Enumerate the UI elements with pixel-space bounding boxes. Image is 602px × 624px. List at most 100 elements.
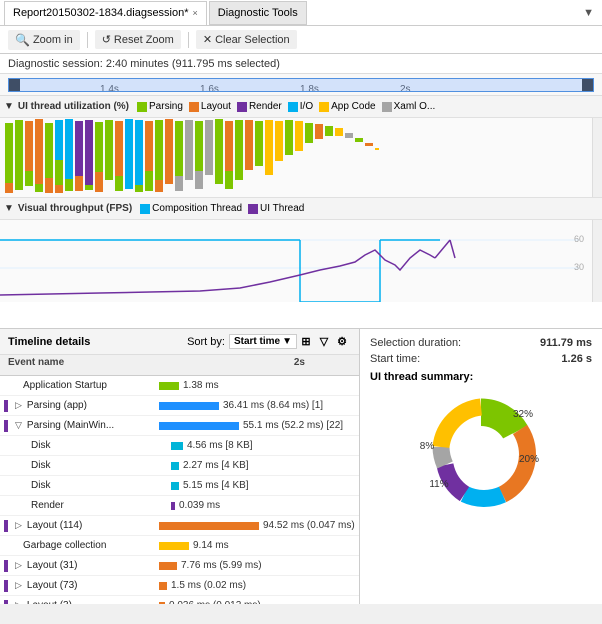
ui-thread-header: ▼ UI thread utilization (%) Parsing Layo… — [0, 96, 602, 118]
table-row[interactable]: Garbage collection 9.14 ms — [0, 536, 359, 556]
selection-range[interactable] — [8, 78, 594, 92]
ui-thread-svg — [0, 118, 590, 198]
row-bar — [159, 542, 189, 550]
fps-chart-body: 60 30 — [0, 220, 602, 302]
timeline-ruler: 1.4s 1.6s 1.8s 2s — [0, 74, 602, 96]
clear-selection-button[interactable]: ✕ Clear Selection — [196, 30, 297, 49]
row-bar-area: 55.1 ms (52.2 ms) [22] — [159, 420, 355, 431]
row-bar-area: 7.76 ms (5.99 ms) — [159, 560, 355, 571]
col-2s-label: 2s — [294, 357, 305, 368]
row-name: ▽ Parsing (MainWin... — [4, 420, 159, 432]
table-header: Event name 2s — [0, 355, 359, 376]
table-row[interactable]: Disk 4.56 ms [8 KB] — [0, 436, 359, 456]
table-body[interactable]: Application Startup 1.38 ms ▷ Parsing (a… — [0, 376, 359, 604]
ui-thread-collapse[interactable]: ▼ — [4, 101, 14, 112]
row-expand-icon[interactable]: ▷ — [15, 560, 22, 571]
row-name: Render — [16, 500, 171, 511]
svg-text:60: 60 — [574, 234, 584, 244]
row-bar-area: 2.27 ms [4 KB] — [171, 460, 355, 471]
svg-text:30: 30 — [574, 262, 584, 272]
row-bar — [159, 422, 239, 430]
chart-scrollbar[interactable] — [592, 118, 602, 197]
panel-options[interactable]: ▼ — [583, 7, 598, 19]
row-bar — [159, 522, 259, 530]
table-row[interactable]: Application Startup 1.38 ms — [0, 376, 359, 396]
row-bar-area: 9.14 ms — [159, 540, 355, 551]
row-name: ▷ Parsing (app) — [4, 400, 159, 412]
svg-text:32%: 32% — [513, 409, 533, 420]
title-bar: Report20150302-1834.diagsession* × Diagn… — [0, 0, 602, 26]
legend-comp-icon — [140, 204, 150, 214]
timeline-area: 1.4s 1.6s 1.8s 2s ▼ UI thread utilizatio… — [0, 74, 602, 329]
row-bar-area: 4.56 ms [8 KB] — [171, 440, 355, 451]
table-row[interactable]: Disk 2.27 ms [4 KB] — [0, 456, 359, 476]
row-bar-area: 0.036 ms (0.012 ms) — [159, 600, 355, 604]
row-name: ▷ Layout (3) — [4, 600, 159, 605]
row-expand-icon[interactable]: ▷ — [15, 600, 22, 604]
row-name: ▷ Layout (31) — [4, 560, 159, 572]
fps-svg: 60 30 — [0, 220, 590, 302]
donut-chart: 32% 20% 11% 8% — [411, 387, 551, 507]
table-row[interactable]: Render 0.039 ms — [0, 496, 359, 516]
row-bar — [159, 582, 167, 590]
legend-xaml-icon — [382, 102, 392, 112]
legend-render: Render — [237, 101, 282, 112]
legend-render-icon — [237, 102, 247, 112]
row-name: Disk — [16, 440, 171, 451]
legend-ui-icon — [248, 204, 258, 214]
toolbar-separator-2 — [188, 32, 189, 48]
expand-indicator — [4, 600, 8, 605]
row-bar — [159, 602, 165, 605]
ui-thread-chart-body — [0, 118, 602, 198]
row-bar — [171, 482, 179, 490]
svg-text:8%: 8% — [420, 441, 435, 452]
row-bar — [171, 442, 183, 450]
legend-ui-thread: UI Thread — [248, 203, 304, 214]
table-row[interactable]: ▷ Layout (73) 1.5 ms (0.02 ms) — [0, 576, 359, 596]
row-expand-icon[interactable]: ▷ — [15, 520, 22, 531]
bottom-panel: Timeline details Sort by: Start time ▼ ⊞… — [0, 329, 602, 604]
table-row[interactable]: ▷ Layout (3) 0.036 ms (0.012 ms) — [0, 596, 359, 604]
active-tab[interactable]: Report20150302-1834.diagsession* × — [4, 1, 207, 25]
legend-xaml: Xaml O... — [382, 101, 436, 112]
reset-zoom-button[interactable]: ↺ Reset Zoom — [95, 30, 181, 49]
table-row[interactable]: Disk 5.15 ms [4 KB] — [0, 476, 359, 496]
table-row[interactable]: ▽ Parsing (MainWin... 55.1 ms (52.2 ms) … — [0, 416, 359, 436]
sort-dropdown[interactable]: Start time ▼ — [229, 334, 297, 349]
row-expand-icon[interactable]: ▷ — [15, 400, 22, 411]
toolbar: 🔍 Zoom in ↺ Reset Zoom ✕ Clear Selection — [0, 26, 602, 54]
row-expand-icon[interactable]: ▷ — [15, 580, 22, 591]
row-name: ▷ Layout (73) — [4, 580, 159, 592]
row-name: Disk — [16, 460, 171, 471]
status-bar: Diagnostic session: 2:40 minutes (911.79… — [0, 54, 602, 74]
row-bar — [171, 502, 175, 510]
fps-collapse[interactable]: ▼ — [4, 203, 14, 214]
grouping-button[interactable]: ⊞ — [297, 333, 315, 351]
filter-button[interactable]: ▽ — [315, 333, 333, 351]
selection-duration-row: Selection duration: 911.79 ms — [370, 337, 592, 349]
row-bar — [171, 462, 179, 470]
table-row[interactable]: ▷ Layout (31) 7.76 ms (5.99 ms) — [0, 556, 359, 576]
svg-text:11%: 11% — [429, 479, 448, 490]
fps-header: ▼ Visual throughput (FPS) Composition Th… — [0, 198, 602, 220]
table-row[interactable]: ▷ Parsing (app) 36.41 ms (8.64 ms) [1] — [0, 396, 359, 416]
legend-layout: Layout — [189, 101, 231, 112]
row-name: ▷ Layout (114) — [4, 520, 159, 532]
left-panel: Timeline details Sort by: Start time ▼ ⊞… — [0, 329, 360, 604]
details-header: Timeline details Sort by: Start time ▼ ⊞… — [0, 329, 359, 355]
row-bar-area: 0.039 ms — [171, 500, 355, 511]
row-expand-icon[interactable]: ▽ — [15, 420, 22, 431]
inactive-tab-label: Diagnostic Tools — [218, 7, 298, 19]
fps-scrollbar[interactable] — [592, 220, 602, 302]
table-row[interactable]: ▷ Layout (114) 94.52 ms (0.047 ms) — [0, 516, 359, 536]
settings-button[interactable]: ⚙ — [333, 333, 351, 351]
row-bar — [159, 402, 219, 410]
zoom-in-button[interactable]: 🔍 Zoom in — [8, 30, 80, 50]
active-tab-close[interactable]: × — [193, 8, 198, 18]
legend-io-icon — [288, 102, 298, 112]
inactive-tab[interactable]: Diagnostic Tools — [209, 1, 307, 25]
row-bar — [159, 562, 177, 570]
row-bar-area: 36.41 ms (8.64 ms) [1] — [159, 400, 355, 411]
svg-text:20%: 20% — [519, 454, 539, 465]
dropdown-arrow-icon: ▼ — [282, 336, 292, 347]
